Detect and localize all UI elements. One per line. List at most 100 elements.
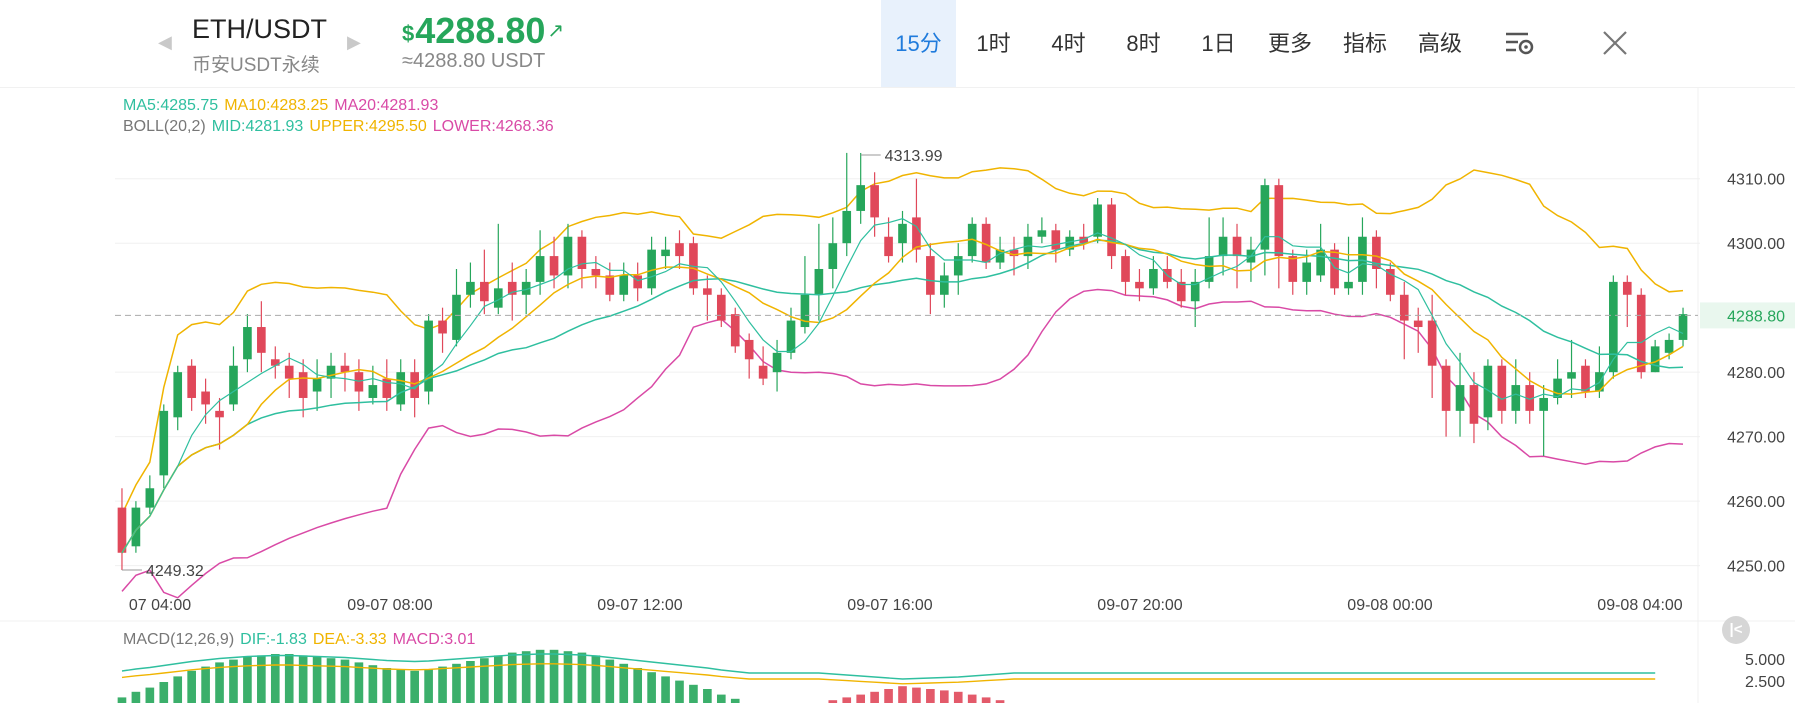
ma5-value: MA5:4285.75	[123, 97, 219, 114]
macd-bar	[926, 689, 935, 703]
y-tick-label: 4310.00	[1727, 172, 1785, 189]
candle-body	[605, 275, 615, 295]
macd-bar	[967, 694, 977, 703]
macd-bar	[438, 666, 447, 703]
high-price-label: 4313.99	[885, 148, 943, 165]
candle-body	[744, 339, 754, 360]
candle-body	[1121, 256, 1130, 282]
macd-title: MACD(12,26,9)	[123, 631, 235, 648]
macd-bar	[396, 669, 406, 703]
candles	[117, 152, 1688, 571]
macd-bar	[284, 654, 294, 703]
tab-more[interactable]: 更多	[1264, 0, 1324, 87]
tab-advanced[interactable]: 高级	[1414, 0, 1474, 87]
macd-bar	[243, 656, 252, 703]
candle-body	[1567, 372, 1576, 379]
macd-bar	[675, 680, 684, 703]
y-tick-label: 4270.00	[1727, 430, 1785, 447]
tab-1d[interactable]: 1日	[1181, 0, 1256, 87]
candle-body	[1051, 230, 1061, 250]
candle-body	[898, 223, 907, 244]
y-tick-label: 4300.00	[1727, 236, 1785, 253]
tab-1h[interactable]: 1时	[956, 0, 1031, 87]
symbol-subtitle: 币安USDT永续	[192, 55, 320, 76]
header: ◀ ETH/USDT 币安USDT永续 ▶ $4288.80 ↗ ≈4288.80…	[0, 0, 1795, 88]
tab-indicators[interactable]: 指标	[1339, 0, 1399, 87]
macd-dea: DEA:-3.33	[312, 631, 387, 648]
candle-body	[1093, 204, 1102, 237]
candle-body	[703, 288, 712, 295]
prev-symbol-icon[interactable]: ◀	[158, 32, 172, 53]
candle-body	[1358, 236, 1367, 282]
x-tick-label: 09-07 08:00	[347, 597, 433, 614]
candle-body	[675, 243, 684, 257]
candle-body	[229, 365, 238, 405]
tab-more-label: 更多	[1267, 31, 1312, 56]
symbol-name[interactable]: ETH/USDT	[192, 14, 327, 45]
candle-body	[1302, 262, 1312, 282]
tab-15m[interactable]: 15分	[881, 0, 956, 87]
boll-mid: MID:4281.93	[211, 118, 304, 135]
candle-body	[661, 249, 670, 257]
macd-bar	[410, 670, 419, 703]
candle-body	[1581, 365, 1590, 392]
candle-body	[284, 365, 294, 379]
candle-body	[1232, 236, 1242, 257]
macd-bar	[298, 655, 308, 703]
macd-bar	[480, 658, 489, 703]
x-tick-label: 09-07 16:00	[847, 597, 933, 614]
candle-body	[549, 256, 559, 276]
next-symbol-icon[interactable]: ▶	[347, 32, 361, 53]
current-price-label: 4288.80	[1727, 308, 1785, 325]
x-tick-label: 09-07 12:00	[597, 597, 683, 614]
candle-body	[1441, 365, 1451, 411]
candle-body	[1455, 385, 1465, 411]
tab-4h[interactable]: 4时	[1031, 0, 1106, 87]
collapse-left-icon[interactable]: |<	[1722, 616, 1750, 644]
y-tick-label: 4250.00	[1727, 559, 1785, 576]
candle-body	[201, 391, 210, 405]
trend-up-icon: ↗	[547, 20, 565, 42]
macd-bar	[257, 655, 266, 703]
candle-body	[758, 365, 768, 379]
macd-bar	[424, 669, 433, 703]
macd-bar	[201, 666, 210, 703]
macd-bar	[187, 670, 196, 703]
macd-bar	[939, 690, 949, 703]
candle-body	[1149, 268, 1158, 289]
candle-body	[1413, 320, 1423, 328]
macd-bar	[981, 697, 991, 703]
candle-body	[1622, 281, 1632, 295]
candle-body	[215, 410, 224, 418]
header-divider	[0, 87, 1795, 88]
ma-legend: MA5:4285.75 MA10:4283.25 MA20:4281.93	[123, 97, 444, 115]
candle-body	[270, 359, 280, 366]
macd-bar	[703, 689, 712, 703]
low-price-label: 4249.32	[146, 563, 204, 580]
candle-body	[1316, 249, 1325, 276]
candle-body	[730, 314, 740, 347]
macd-bar	[953, 691, 963, 703]
tab-8h[interactable]: 8时	[1106, 0, 1181, 87]
candle-body	[1037, 230, 1047, 237]
boll-lower: LOWER:4268.36	[432, 118, 554, 135]
y-tick-label: 4280.00	[1727, 365, 1785, 382]
macd-bar	[382, 668, 392, 703]
macd-value: MACD:3.01	[392, 631, 476, 648]
macd-bar	[131, 691, 141, 703]
boll-legend: BOLL(20,2) MID:4281.93 UPPER:4295.50 LOWER:…	[123, 118, 560, 136]
macd-bar	[716, 694, 726, 703]
x-tick-label: 09-07 20:00	[1097, 597, 1183, 614]
candle-body	[716, 294, 726, 321]
candle-body	[1399, 294, 1409, 321]
candle-body	[354, 372, 364, 392]
candle-body	[939, 275, 949, 295]
ma10-value: MA10:4283.25	[224, 97, 329, 114]
close-icon[interactable]	[1600, 28, 1630, 63]
candle-body	[159, 410, 169, 476]
macd-bar	[270, 654, 280, 703]
macd-bar	[591, 655, 601, 703]
chart-settings-icon[interactable]	[1504, 30, 1534, 63]
candle-body	[145, 488, 155, 508]
macd-bar	[619, 663, 629, 703]
